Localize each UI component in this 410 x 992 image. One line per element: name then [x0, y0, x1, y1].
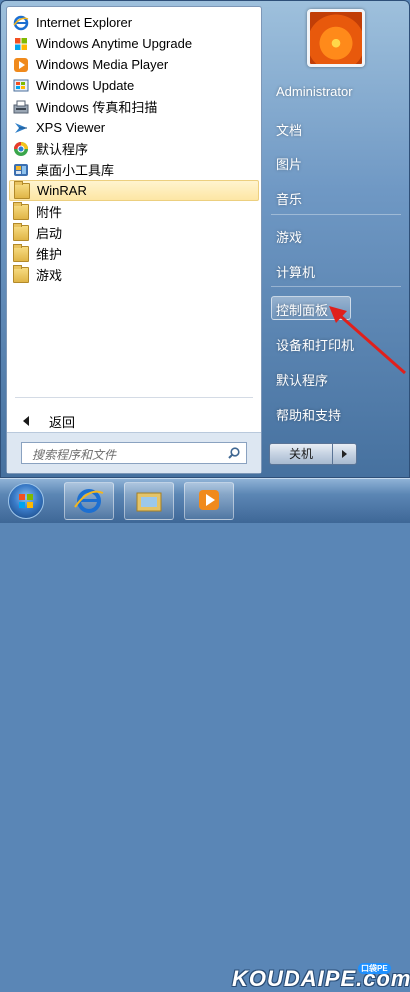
- documents-link[interactable]: 文档: [276, 120, 302, 139]
- windows-update-icon: [13, 78, 29, 94]
- program-item-startup[interactable]: 启动: [9, 222, 259, 243]
- back-button[interactable]: 返回: [17, 411, 247, 431]
- user-name-link[interactable]: Administrator: [276, 84, 353, 99]
- shutdown-button[interactable]: 关机: [269, 443, 333, 465]
- program-item-xps-viewer[interactable]: XPS Viewer: [9, 117, 259, 138]
- back-arrow-icon: [23, 416, 29, 426]
- chevron-right-icon: [342, 450, 347, 458]
- search-input[interactable]: 搜索程序和文件: [21, 442, 247, 464]
- back-label: 返回: [49, 414, 76, 430]
- divider: [271, 214, 401, 215]
- program-label: Windows Media Player: [36, 57, 169, 72]
- program-label: Windows 传真和扫描: [36, 100, 158, 115]
- program-item-winrar[interactable]: WinRAR: [9, 180, 259, 201]
- program-item-desktop-gadgets[interactable]: 桌面小工具库: [9, 159, 259, 180]
- program-item-maintenance[interactable]: 维护: [9, 243, 259, 264]
- gadgets-icon: [13, 162, 29, 178]
- start-menu: Internet Explorer Windows Anytime Upgrad…: [0, 0, 410, 478]
- taskbar-internet-explorer[interactable]: [64, 482, 114, 520]
- program-label: 附件: [36, 205, 63, 220]
- divider: [15, 397, 253, 398]
- program-label: 默认程序: [36, 142, 89, 157]
- shutdown-options-button[interactable]: [333, 443, 357, 465]
- taskbar-explorer[interactable]: [124, 482, 174, 520]
- program-item-default-programs[interactable]: 默认程序: [9, 138, 259, 159]
- media-player-icon: [13, 57, 29, 73]
- taskbar-media-player[interactable]: [184, 482, 234, 520]
- folder-icon: [13, 201, 29, 220]
- help-support-link[interactable]: 帮助和支持: [276, 405, 341, 424]
- internet-explorer-icon: [74, 489, 104, 513]
- search-placeholder: 搜索程序和文件: [32, 448, 117, 462]
- taskbar: KOUDAIPE.com 口袋PE: [0, 478, 410, 991]
- program-label: WinRAR: [37, 183, 87, 198]
- program-list-panel: Internet Explorer Windows Anytime Upgrad…: [6, 6, 262, 474]
- default-programs-icon: [13, 141, 29, 157]
- xps-viewer-icon: [13, 120, 29, 136]
- internet-explorer-icon: [13, 15, 29, 31]
- windows-logo-icon: [19, 494, 33, 508]
- program-label: Internet Explorer: [36, 15, 133, 30]
- music-link[interactable]: 音乐: [276, 189, 302, 208]
- folder-icon: [13, 222, 29, 241]
- watermark-badge: 口袋PE: [358, 963, 391, 974]
- folder-icon: [13, 264, 29, 283]
- program-label: XPS Viewer: [36, 120, 106, 135]
- divider: [271, 286, 401, 287]
- program-label: 启动: [36, 226, 63, 241]
- folder-icon: [14, 180, 30, 199]
- program-item-windows-media-player[interactable]: Windows Media Player: [9, 54, 259, 75]
- program-label: 桌面小工具库: [36, 163, 115, 178]
- search-area: 搜索程序和文件: [7, 432, 261, 473]
- program-label: 维护: [36, 247, 63, 262]
- program-item-windows-update[interactable]: Windows Update: [9, 75, 259, 96]
- media-player-icon: [199, 490, 219, 510]
- program-label: Windows Update: [36, 78, 135, 93]
- windows-flag-icon: [13, 36, 29, 52]
- program-label: 游戏: [36, 268, 63, 283]
- program-item-accessories[interactable]: 附件: [9, 201, 259, 222]
- program-label: Windows Anytime Upgrade: [36, 36, 193, 51]
- annotation-arrow: [329, 306, 406, 375]
- program-item-windows-anytime-upgrade[interactable]: Windows Anytime Upgrade: [9, 33, 259, 54]
- program-item-games[interactable]: 游戏: [9, 264, 259, 285]
- search-icon[interactable]: [228, 447, 240, 459]
- start-button[interactable]: [8, 483, 44, 519]
- user-avatar[interactable]: [307, 9, 365, 67]
- fax-scanner-icon: [13, 99, 29, 115]
- program-item-fax-scan[interactable]: Windows 传真和扫描: [9, 96, 259, 117]
- folder-icon: [136, 492, 162, 512]
- pictures-link[interactable]: 图片: [276, 154, 302, 173]
- computer-link[interactable]: 计算机: [276, 262, 315, 281]
- folder-icon: [13, 243, 29, 262]
- games-link[interactable]: 游戏: [276, 227, 302, 246]
- program-item-internet-explorer[interactable]: Internet Explorer: [9, 12, 259, 33]
